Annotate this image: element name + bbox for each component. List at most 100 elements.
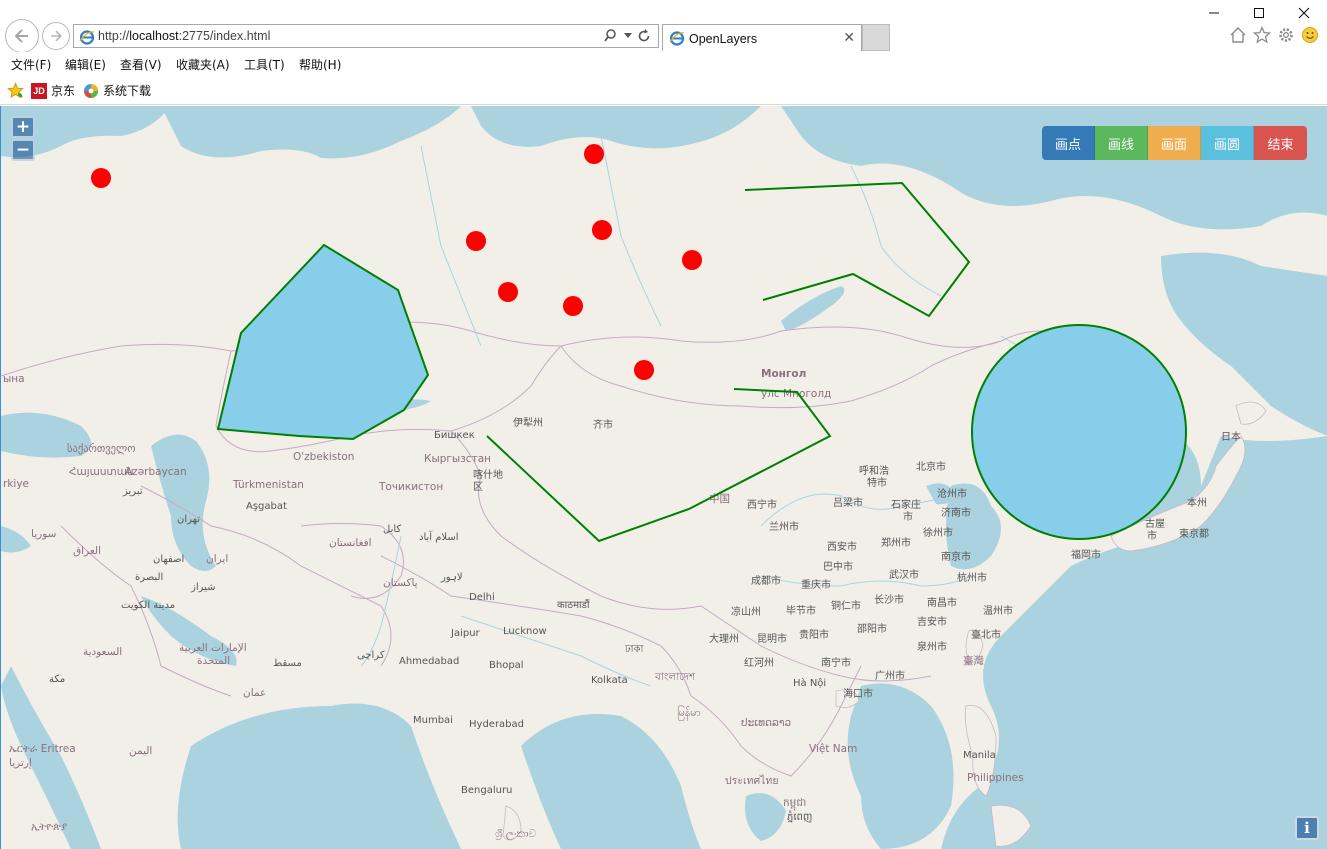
label-nagoya: 古屋 bbox=[1145, 517, 1165, 530]
draw-circle-button[interactable]: 画圆 bbox=[1201, 126, 1254, 160]
zoom-in-button[interactable]: + bbox=[11, 116, 35, 138]
label-liangshan: 凉山州 bbox=[731, 605, 761, 618]
label-lucknow: Lucknow bbox=[503, 626, 547, 637]
label-vietnam: Việt Nam bbox=[809, 743, 857, 755]
label-syria: سوريا bbox=[31, 528, 56, 540]
zoom-out-button[interactable]: − bbox=[11, 139, 35, 161]
url-path: :2775/index.html bbox=[178, 29, 271, 43]
drawn-point[interactable] bbox=[634, 360, 654, 380]
label-mongolia: Монгол bbox=[761, 368, 806, 380]
label-iraq: العراق bbox=[73, 545, 101, 557]
favorites-star-icon[interactable] bbox=[1253, 26, 1271, 44]
label-kashgar-2: 区 bbox=[473, 481, 483, 493]
south-china-sea bbox=[847, 683, 954, 849]
label-bazhong: 巴中市 bbox=[823, 560, 853, 573]
search-icon[interactable] bbox=[604, 28, 620, 44]
drawn-point[interactable] bbox=[498, 282, 518, 302]
bay-of-bengal bbox=[521, 714, 701, 849]
draw-polygon-button[interactable]: 画面 bbox=[1148, 126, 1201, 160]
maximize-icon bbox=[1254, 8, 1264, 18]
jd-logo-icon: JD bbox=[31, 82, 47, 99]
label-hohhot-2: 特市 bbox=[867, 476, 887, 489]
ie-page-icon bbox=[79, 30, 95, 45]
new-tab-button[interactable] bbox=[862, 24, 890, 51]
label-fukuoka: 福岡市 bbox=[1071, 548, 1101, 561]
menu-edit[interactable]: 编辑(E) bbox=[65, 56, 106, 73]
drawn-line-north[interactable] bbox=[744, 181, 971, 318]
draw-line-button[interactable]: 画线 bbox=[1095, 126, 1148, 160]
label-ahmedabad: Ahmedabad bbox=[399, 656, 459, 667]
drawn-point[interactable] bbox=[466, 231, 486, 251]
label-haikou: 海口市 bbox=[843, 687, 873, 700]
caspian-sea bbox=[151, 434, 216, 571]
map-viewport[interactable]: Монгол улс Многолд Бишкек 伊犁州 齐市 Кыргызс… bbox=[0, 106, 1327, 849]
ie-tab-icon bbox=[669, 31, 685, 46]
label-eritrea-2: إرتريا bbox=[9, 757, 32, 769]
dropdown-arrow-icon[interactable] bbox=[624, 33, 632, 39]
back-arrow-icon bbox=[14, 29, 28, 43]
label-jinan: 济南市 bbox=[941, 506, 971, 519]
menu-help[interactable]: 帮助(H) bbox=[299, 56, 341, 73]
url-scheme: http:// bbox=[98, 29, 130, 43]
favorite-jd[interactable]: JD 京东 bbox=[31, 82, 75, 99]
menu-file[interactable]: 文件(F) bbox=[11, 56, 51, 73]
label-wenzhou: 温州市 bbox=[983, 604, 1013, 617]
label-ethiopia: ኢትዮጵያ bbox=[31, 821, 68, 833]
label-bishkek: Бишкек bbox=[434, 430, 475, 441]
label-armenia: Հայաստան bbox=[69, 466, 134, 478]
maximize-button[interactable] bbox=[1237, 2, 1281, 24]
label-tongren: 铜仁市 bbox=[831, 599, 861, 612]
gear-icon[interactable] bbox=[1277, 26, 1295, 44]
drawn-point[interactable] bbox=[592, 220, 612, 240]
drawn-point[interactable] bbox=[563, 296, 583, 316]
drawn-circle[interactable] bbox=[971, 324, 1187, 540]
menu-favorites[interactable]: 收藏夹(A) bbox=[176, 56, 230, 73]
label-pakistan: پاکستان bbox=[383, 577, 418, 589]
drawn-point[interactable] bbox=[91, 168, 111, 188]
add-favorite-star-icon[interactable] bbox=[7, 82, 24, 99]
close-window-button[interactable] bbox=[1282, 2, 1326, 24]
end-draw-button[interactable]: 结束 bbox=[1254, 126, 1307, 160]
label-cambodia: កម្ពុជា bbox=[783, 797, 806, 811]
label-muscat: مسقط bbox=[273, 658, 302, 669]
favorite-system-download[interactable]: 系统下载 bbox=[83, 82, 151, 99]
url-text[interactable]: http://localhost:2775/index.html bbox=[98, 29, 270, 43]
minimize-button[interactable] bbox=[1192, 2, 1236, 24]
back-button[interactable] bbox=[5, 19, 39, 53]
label-chengdu: 成都市 bbox=[751, 574, 781, 587]
address-bar[interactable]: http://localhost:2775/index.html bbox=[73, 24, 659, 48]
label-bijie: 毕节市 bbox=[786, 604, 816, 617]
menu-tools[interactable]: 工具(T) bbox=[244, 56, 285, 73]
label-shijiazhuang: 石家庄 bbox=[891, 498, 921, 511]
menu-view[interactable]: 查看(V) bbox=[120, 56, 162, 73]
drawn-point[interactable] bbox=[682, 250, 702, 270]
tab-openlayers[interactable]: OpenLayers ✕ bbox=[662, 24, 862, 51]
refresh-icon[interactable] bbox=[636, 28, 652, 44]
label-azerbaijan: Azərbaycan bbox=[125, 466, 187, 478]
tab-close-icon[interactable]: ✕ bbox=[843, 30, 855, 46]
drawn-point[interactable] bbox=[584, 144, 604, 164]
forward-button[interactable] bbox=[42, 22, 70, 50]
label-xining: 西宁市 bbox=[747, 498, 777, 511]
drawn-line-south[interactable] bbox=[486, 388, 832, 543]
feedback-smiley-icon[interactable] bbox=[1301, 26, 1319, 44]
label-cambodia-2: ភ្នំពេញ bbox=[787, 810, 812, 823]
label-kuwait: مدينة الكويت bbox=[121, 600, 175, 611]
attribution-info-button[interactable]: i bbox=[1295, 816, 1319, 840]
favorite-label: 京东 bbox=[51, 84, 76, 98]
minimize-icon bbox=[1209, 12, 1219, 14]
label-honshu: 本州 bbox=[1187, 496, 1207, 509]
river-indus bbox=[360, 535, 402, 667]
white-sea bbox=[161, 106, 461, 159]
label-ashgabat: Aşgabat bbox=[246, 501, 287, 512]
favorite-label: 系统下载 bbox=[103, 84, 152, 98]
colorful-ball-icon bbox=[84, 83, 98, 98]
label-xuzhou: 徐州市 bbox=[923, 526, 953, 539]
drawn-polygon[interactable] bbox=[216, 243, 430, 441]
label-honghe: 红河州 bbox=[744, 656, 774, 669]
label-karachi: کراچی bbox=[357, 650, 385, 661]
label-hangzhou: 杭州市 bbox=[957, 571, 987, 584]
home-icon[interactable] bbox=[1229, 26, 1247, 44]
draw-point-button[interactable]: 画点 bbox=[1042, 126, 1095, 160]
label-luliang: 吕梁市 bbox=[833, 496, 863, 509]
